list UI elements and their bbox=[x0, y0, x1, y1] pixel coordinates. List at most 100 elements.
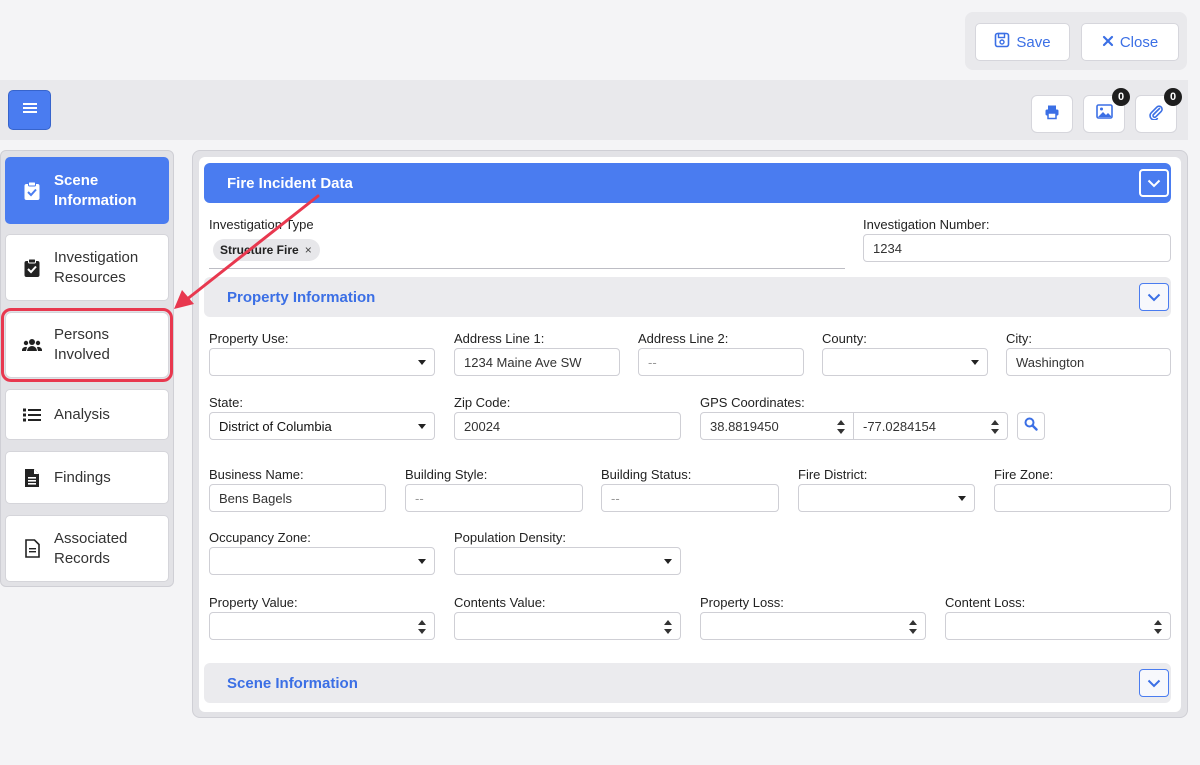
business-name-field[interactable]: Bens Bagels bbox=[209, 484, 386, 512]
zip-code-field[interactable]: 20024 bbox=[454, 412, 681, 440]
gallery-button[interactable]: 0 bbox=[1083, 88, 1130, 133]
collapse-button[interactable] bbox=[1139, 283, 1169, 311]
property-loss-field[interactable] bbox=[700, 612, 926, 640]
sidebar-item-analysis[interactable]: Analysis bbox=[5, 389, 169, 440]
county-select[interactable] bbox=[822, 348, 988, 376]
attachments-button[interactable]: 0 bbox=[1135, 88, 1182, 133]
save-label: Save bbox=[1016, 33, 1051, 51]
fire-incident-header[interactable]: Fire Incident Data bbox=[204, 163, 1171, 203]
contents-value-field[interactable] bbox=[454, 612, 681, 640]
spinner-icon[interactable] bbox=[1154, 620, 1162, 634]
spinner-icon[interactable] bbox=[418, 620, 426, 634]
city-field[interactable]: Washington bbox=[1006, 348, 1171, 376]
sidebar-item-scene-information[interactable]: Scene Information bbox=[5, 157, 169, 224]
clipboard-check-icon bbox=[22, 181, 42, 201]
business-name-label: Business Name: bbox=[209, 467, 304, 482]
main-panel: Fire Incident Data Investigation Type St… bbox=[192, 150, 1188, 718]
section-title: Property Information bbox=[227, 288, 376, 306]
sidebar-item-investigation-resources[interactable]: Investigation Resources bbox=[5, 234, 169, 301]
document-icon bbox=[22, 539, 42, 558]
tag-remove-button[interactable]: × bbox=[305, 243, 312, 257]
collapse-button[interactable] bbox=[1139, 169, 1169, 197]
address-line-2-field[interactable]: -- bbox=[638, 348, 804, 376]
sidebar-item-label: Analysis bbox=[54, 405, 110, 423]
close-label: Close bbox=[1119, 33, 1159, 51]
floppy-icon bbox=[994, 32, 1010, 52]
toolbar: 0 0 bbox=[0, 80, 1188, 140]
sidebar-item-label: Persons bbox=[54, 326, 110, 343]
gallery-count-badge: 0 bbox=[1112, 88, 1130, 106]
form-container: Fire Incident Data Investigation Type St… bbox=[199, 157, 1181, 712]
section-title: Fire Incident Data bbox=[227, 174, 353, 192]
sidebar-item-label: Investigation bbox=[54, 248, 139, 266]
property-use-label: Property Use: bbox=[209, 331, 289, 346]
paperclip-icon bbox=[1148, 104, 1164, 125]
chevron-down-icon bbox=[1147, 675, 1161, 692]
investigation-number-field[interactable]: 1234 bbox=[863, 234, 1171, 262]
print-button[interactable] bbox=[1031, 95, 1073, 133]
building-style-field[interactable]: -- bbox=[405, 484, 583, 512]
file-text-icon bbox=[22, 468, 42, 488]
building-status-field[interactable]: -- bbox=[601, 484, 779, 512]
tag-label: Structure Fire bbox=[220, 243, 299, 257]
investigation-type-tag: Structure Fire × bbox=[213, 239, 320, 261]
sidebar: Scene Information Investigation Resource… bbox=[0, 150, 174, 587]
close-button[interactable]: Close bbox=[1081, 23, 1179, 61]
gps-lookup-button[interactable] bbox=[1017, 412, 1045, 440]
fire-district-select[interactable] bbox=[798, 484, 975, 512]
close-icon bbox=[1102, 34, 1114, 51]
county-label: County: bbox=[822, 331, 867, 346]
sidebar-item-label: Resources bbox=[54, 268, 126, 286]
property-value-label: Property Value: bbox=[209, 595, 298, 610]
property-value-field[interactable] bbox=[209, 612, 435, 640]
population-density-select[interactable] bbox=[454, 547, 681, 575]
sidebar-item-associated-records[interactable]: Associated Records bbox=[5, 515, 169, 582]
header-actions: Save Close bbox=[965, 12, 1187, 70]
printer-icon bbox=[1044, 104, 1060, 125]
spinner-icon[interactable] bbox=[837, 420, 845, 434]
address-line-1-label: Address Line 1: bbox=[454, 331, 545, 346]
investigation-type-field[interactable]: Structure Fire × bbox=[209, 237, 845, 269]
save-button[interactable]: Save bbox=[975, 23, 1070, 61]
gps-longitude-field[interactable]: -77.0284154 bbox=[853, 412, 1008, 440]
caret-down-icon bbox=[418, 360, 426, 365]
zip-code-label: Zip Code: bbox=[454, 395, 511, 410]
sidebar-item-persons-involved[interactable]: Persons Involved bbox=[1, 308, 173, 382]
address-line-2-label: Address Line 2: bbox=[638, 331, 729, 346]
clipboard-check-icon bbox=[22, 258, 42, 278]
spinner-icon[interactable] bbox=[991, 420, 999, 434]
content-loss-label: Content Loss: bbox=[945, 595, 1026, 610]
contents-value-label: Contents Value: bbox=[454, 595, 546, 610]
users-icon bbox=[22, 338, 42, 352]
scene-information-header[interactable]: Scene Information bbox=[204, 663, 1171, 703]
property-information-header[interactable]: Property Information bbox=[204, 277, 1171, 317]
spinner-icon[interactable] bbox=[664, 620, 672, 634]
search-icon bbox=[1024, 417, 1038, 436]
address-line-1-field[interactable]: 1234 Maine Ave SW bbox=[454, 348, 620, 376]
building-style-label: Building Style: bbox=[405, 467, 488, 482]
spinner-icon[interactable] bbox=[909, 620, 917, 634]
collapse-button[interactable] bbox=[1139, 669, 1169, 697]
fire-zone-field[interactable] bbox=[994, 484, 1171, 512]
gps-longitude-value: -77.0284154 bbox=[863, 418, 937, 434]
list-icon bbox=[22, 408, 42, 422]
investigation-type-label: Investigation Type bbox=[209, 217, 314, 232]
fire-district-label: Fire District: bbox=[798, 467, 868, 482]
sidebar-item-label: Information bbox=[54, 191, 137, 209]
fire-zone-label: Fire Zone: bbox=[994, 467, 1054, 482]
content-loss-field[interactable] bbox=[945, 612, 1171, 640]
property-use-select[interactable] bbox=[209, 348, 435, 376]
occupancy-zone-select[interactable] bbox=[209, 547, 435, 575]
gps-latitude-value: 38.8819450 bbox=[710, 418, 779, 434]
sidebar-item-findings[interactable]: Findings bbox=[5, 451, 169, 504]
sidebar-item-label: Findings bbox=[54, 468, 111, 486]
sidebar-item-label: Associated bbox=[54, 529, 128, 547]
chevron-down-icon bbox=[1147, 175, 1161, 192]
chevron-down-icon bbox=[1147, 289, 1161, 306]
image-icon bbox=[1095, 104, 1113, 124]
state-select[interactable]: District of Columbia bbox=[209, 412, 435, 440]
gps-latitude-field[interactable]: 38.8819450 bbox=[700, 412, 854, 440]
city-label: City: bbox=[1006, 331, 1032, 346]
attachment-count-badge: 0 bbox=[1164, 88, 1182, 106]
menu-toggle-button[interactable] bbox=[8, 90, 51, 130]
